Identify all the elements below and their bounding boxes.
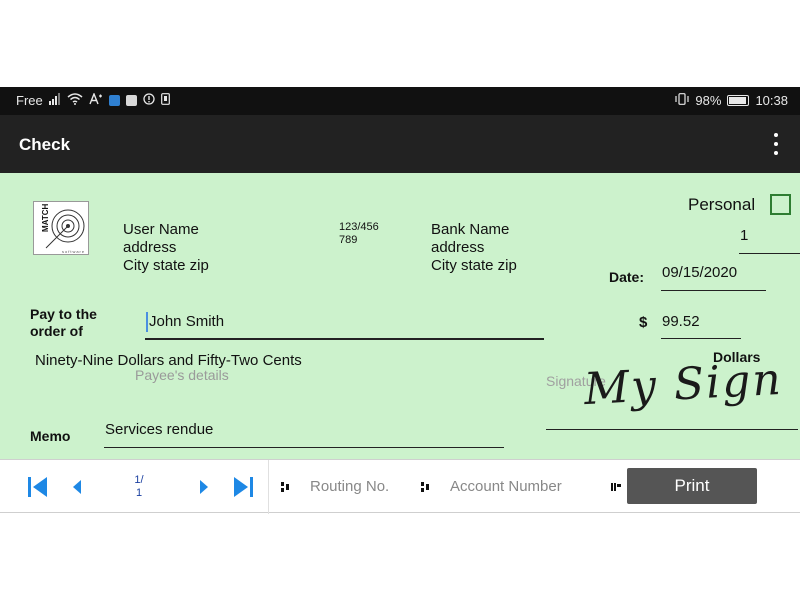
check-number-underline xyxy=(739,253,800,254)
signature-pad[interactable]: Signature My Sign xyxy=(546,354,798,431)
carrier-label: Free xyxy=(16,93,43,108)
routing-fraction-top: 123/456 xyxy=(339,221,379,233)
status-left: Free xyxy=(16,92,170,108)
app-title: Check xyxy=(19,135,71,154)
app-bar: Check xyxy=(0,115,800,173)
wifi-icon xyxy=(67,93,83,108)
dollar-sign: $ xyxy=(639,314,648,331)
battery-icon xyxy=(727,95,750,106)
pay-to-label: Pay to the order of xyxy=(30,306,97,340)
logo-subtext: software xyxy=(62,249,85,254)
user-address: address xyxy=(123,239,177,256)
payee-underline xyxy=(145,338,544,340)
overflow-menu-icon[interactable] xyxy=(772,133,780,155)
bank-block: Bank Name address City state zip xyxy=(431,221,517,275)
personal-label: Personal xyxy=(688,195,756,214)
account-holder-block: User Name address City state zip xyxy=(123,221,209,275)
memo-underline xyxy=(104,447,504,448)
memo-label: Memo xyxy=(30,428,71,444)
font-size-icon xyxy=(89,92,103,108)
routing-number-input[interactable]: Routing No. xyxy=(310,478,389,495)
account-symbol-icon xyxy=(421,482,431,495)
signature-underline xyxy=(546,429,798,430)
signature-ink: My Sign xyxy=(582,353,784,416)
date-label: Date: xyxy=(609,269,645,285)
amount-field[interactable]: 99.52 xyxy=(662,313,700,330)
page-current: 1/ xyxy=(134,474,144,486)
bank-name: Bank Name xyxy=(431,221,510,238)
last-page-icon[interactable] xyxy=(230,474,256,500)
alert-icon xyxy=(143,93,155,108)
account-number-input[interactable]: Account Number xyxy=(450,478,562,495)
first-page-icon[interactable] xyxy=(25,474,51,500)
payee-field[interactable]: John Smith xyxy=(149,313,224,330)
phone-storage-icon xyxy=(160,93,170,108)
bank-address: address xyxy=(431,239,485,256)
status-bar: Free 98% 10:38 xyxy=(0,87,800,115)
bank-city: City state zip xyxy=(431,257,517,274)
message-icon xyxy=(125,95,137,106)
print-button[interactable]: Print xyxy=(627,468,757,504)
bottom-toolbar: 1/ 1 Routing No. Account Number Print xyxy=(0,459,800,514)
app-notification-icon xyxy=(108,95,120,106)
check-form: MATCH software User Name address City st… xyxy=(0,173,800,459)
vibrate-icon xyxy=(675,93,690,108)
amount-underline xyxy=(661,338,741,339)
phone-screen: Free 98% 10:38 Check MATCH software User… xyxy=(0,87,800,514)
logo-text: MATCH xyxy=(41,203,50,232)
date-field[interactable]: 09/15/2020 xyxy=(662,264,737,281)
on-us-symbol-icon xyxy=(611,482,621,495)
routing-fraction: 123/456 789 xyxy=(339,221,379,247)
routing-fraction-bottom: 789 xyxy=(339,234,358,246)
text-cursor xyxy=(146,312,148,332)
routing-symbol-icon xyxy=(281,482,291,495)
pay-to-label-line1: Pay to the xyxy=(30,306,97,322)
date-underline xyxy=(661,290,766,291)
check-number[interactable]: 1 xyxy=(740,227,748,244)
next-page-icon[interactable] xyxy=(192,474,218,500)
clock: 10:38 xyxy=(755,93,788,108)
battery-percent: 98% xyxy=(695,93,722,108)
toolbar-divider xyxy=(268,460,269,514)
pay-to-label-line2: order of xyxy=(30,323,83,339)
company-logo: MATCH software xyxy=(33,201,89,255)
personal-checkbox[interactable] xyxy=(770,194,791,215)
status-right: 98% 10:38 xyxy=(675,93,788,108)
user-city: City state zip xyxy=(123,257,209,274)
payee-details-field[interactable]: Payee's details xyxy=(135,367,229,383)
memo-field[interactable]: Services rendue xyxy=(105,421,213,438)
page-indicator: 1/ 1 xyxy=(128,474,150,500)
signal-icon xyxy=(48,93,61,108)
user-name: User Name xyxy=(123,221,199,238)
page-total: 1 xyxy=(135,487,143,499)
previous-page-icon[interactable] xyxy=(66,474,92,500)
